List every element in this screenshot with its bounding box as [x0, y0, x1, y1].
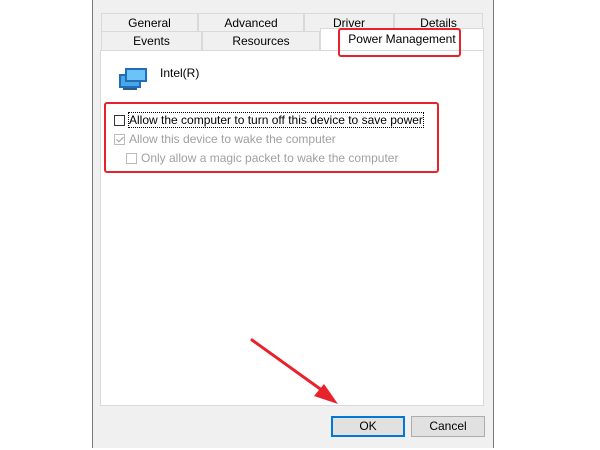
tab-general[interactable]: General: [101, 13, 198, 32]
option-allow-wake[interactable]: Allow this device to wake the computer: [114, 132, 336, 146]
tab-events[interactable]: Events: [101, 31, 202, 50]
option-allow-turn-off[interactable]: Allow the computer to turn off this devi…: [114, 112, 424, 128]
cancel-button[interactable]: Cancel: [411, 416, 485, 437]
allow-turn-off-label[interactable]: Allow the computer to turn off this devi…: [128, 112, 424, 128]
power-management-panel: Intel(R) Allow the computer to turn off …: [100, 50, 484, 406]
screenshot-stage: General Advanced Driver Details Events R…: [0, 0, 600, 450]
tab-advanced[interactable]: Advanced: [198, 13, 304, 32]
allow-wake-label[interactable]: Allow this device to wake the computer: [129, 132, 336, 146]
magic-packet-label[interactable]: Only allow a magic packet to wake the co…: [141, 151, 398, 165]
magic-packet-checkbox[interactable]: [126, 152, 137, 164]
ok-button[interactable]: OK: [331, 416, 405, 437]
device-properties-dialog: General Advanced Driver Details Events R…: [92, 0, 494, 448]
option-magic-packet[interactable]: Only allow a magic packet to wake the co…: [126, 151, 398, 165]
tab-resources[interactable]: Resources: [202, 31, 320, 50]
allow-turn-off-checkbox[interactable]: [114, 114, 125, 126]
allow-wake-checkbox[interactable]: [114, 133, 125, 145]
device-name: Intel(R): [160, 66, 200, 80]
tab-power-management[interactable]: Power Management: [320, 28, 484, 50]
network-adapter-icon: [119, 68, 147, 90]
